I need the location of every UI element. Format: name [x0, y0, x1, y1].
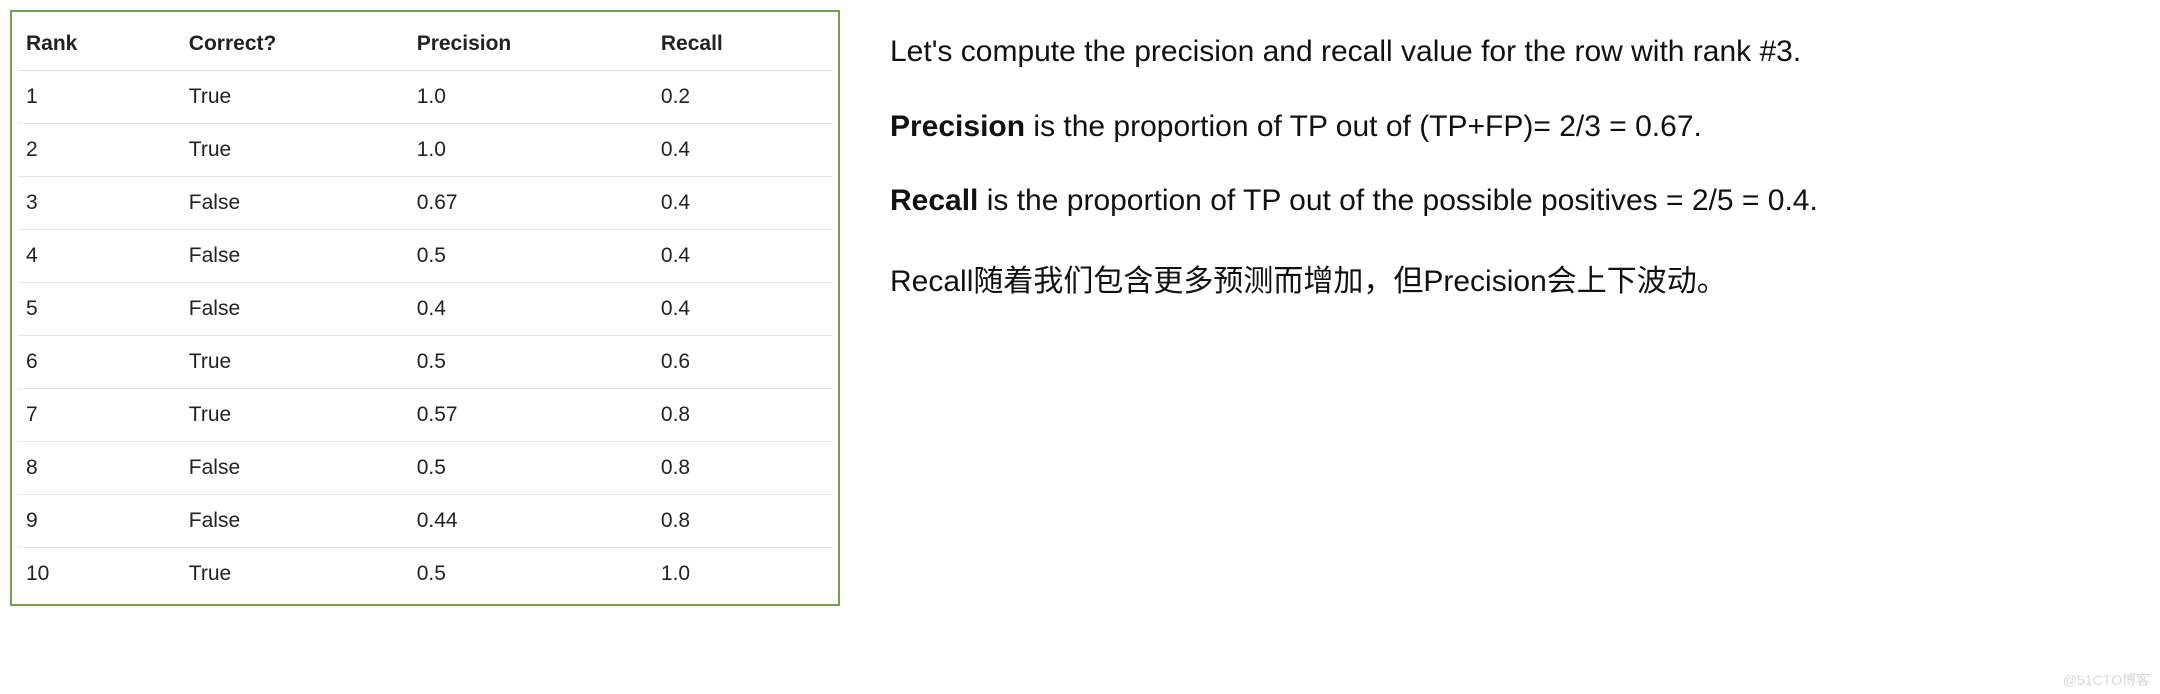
- cell-rank: 3: [18, 177, 181, 230]
- cell-precision: 1.0: [409, 71, 653, 124]
- cell-recall: 1.0: [653, 548, 832, 601]
- cell-correct: True: [181, 548, 409, 601]
- cell-rank: 9: [18, 495, 181, 548]
- precision-explanation: Precision is the proportion of TP out of…: [890, 107, 2110, 148]
- table-row: 10True0.51.0: [18, 548, 832, 601]
- table-header-row: Rank Correct? Precision Recall: [18, 18, 832, 71]
- cell-recall: 0.8: [653, 389, 832, 442]
- table-row: 7True0.570.8: [18, 389, 832, 442]
- cell-rank: 4: [18, 230, 181, 283]
- watermark-text: @51CTO博客: [2063, 670, 2150, 690]
- header-correct: Correct?: [181, 18, 409, 71]
- cell-recall: 0.8: [653, 442, 832, 495]
- cell-recall: 0.6: [653, 336, 832, 389]
- cell-precision: 0.5: [409, 336, 653, 389]
- cell-recall: 0.4: [653, 124, 832, 177]
- cell-recall: 0.4: [653, 177, 832, 230]
- cell-rank: 5: [18, 283, 181, 336]
- cell-recall: 0.4: [653, 230, 832, 283]
- header-precision: Precision: [409, 18, 653, 71]
- recall-explanation: Recall is the proportion of TP out of th…: [890, 181, 2110, 222]
- cell-precision: 0.5: [409, 548, 653, 601]
- cell-rank: 6: [18, 336, 181, 389]
- recall-label: Recall: [890, 184, 978, 217]
- cell-precision: 0.5: [409, 442, 653, 495]
- cell-correct: False: [181, 442, 409, 495]
- cell-precision: 0.5: [409, 230, 653, 283]
- table-border: Rank Correct? Precision Recall 1True1.00…: [10, 10, 840, 606]
- table-row: 1True1.00.2: [18, 71, 832, 124]
- cell-precision: 0.44: [409, 495, 653, 548]
- cell-correct: False: [181, 495, 409, 548]
- cell-recall: 0.8: [653, 495, 832, 548]
- cell-rank: 1: [18, 71, 181, 124]
- header-rank: Rank: [18, 18, 181, 71]
- table-row: 8False0.50.8: [18, 442, 832, 495]
- cell-precision: 0.67: [409, 177, 653, 230]
- table-row: 5False0.40.4: [18, 283, 832, 336]
- explanation-panel: Let's compute the precision and recall v…: [840, 10, 2150, 684]
- precision-recall-table: Rank Correct? Precision Recall 1True1.00…: [18, 18, 832, 600]
- table-panel: Rank Correct? Precision Recall 1True1.00…: [10, 10, 840, 684]
- table-row: 9False0.440.8: [18, 495, 832, 548]
- cell-correct: True: [181, 124, 409, 177]
- table-row: 4False0.50.4: [18, 230, 832, 283]
- table-row: 3False0.670.4: [18, 177, 832, 230]
- header-recall: Recall: [653, 18, 832, 71]
- cell-precision: 0.57: [409, 389, 653, 442]
- precision-body: is the proportion of TP out of (TP+FP)= …: [1025, 110, 1702, 143]
- cell-correct: False: [181, 177, 409, 230]
- precision-label: Precision: [890, 110, 1025, 143]
- cjk-summary: Recall随着我们包含更多预测而增加，但Precision会上下波动。: [890, 256, 2110, 307]
- cell-recall: 0.2: [653, 71, 832, 124]
- cell-precision: 1.0: [409, 124, 653, 177]
- cell-correct: False: [181, 283, 409, 336]
- cell-correct: True: [181, 336, 409, 389]
- table-row: 6True0.50.6: [18, 336, 832, 389]
- cell-correct: True: [181, 389, 409, 442]
- cell-rank: 2: [18, 124, 181, 177]
- cell-correct: True: [181, 71, 409, 124]
- cell-recall: 0.4: [653, 283, 832, 336]
- intro-text: Let's compute the precision and recall v…: [890, 32, 2110, 73]
- table-row: 2True1.00.4: [18, 124, 832, 177]
- cell-rank: 8: [18, 442, 181, 495]
- cell-rank: 10: [18, 548, 181, 601]
- cell-precision: 0.4: [409, 283, 653, 336]
- cell-rank: 7: [18, 389, 181, 442]
- recall-body: is the proportion of TP out of the possi…: [978, 184, 1817, 217]
- cell-correct: False: [181, 230, 409, 283]
